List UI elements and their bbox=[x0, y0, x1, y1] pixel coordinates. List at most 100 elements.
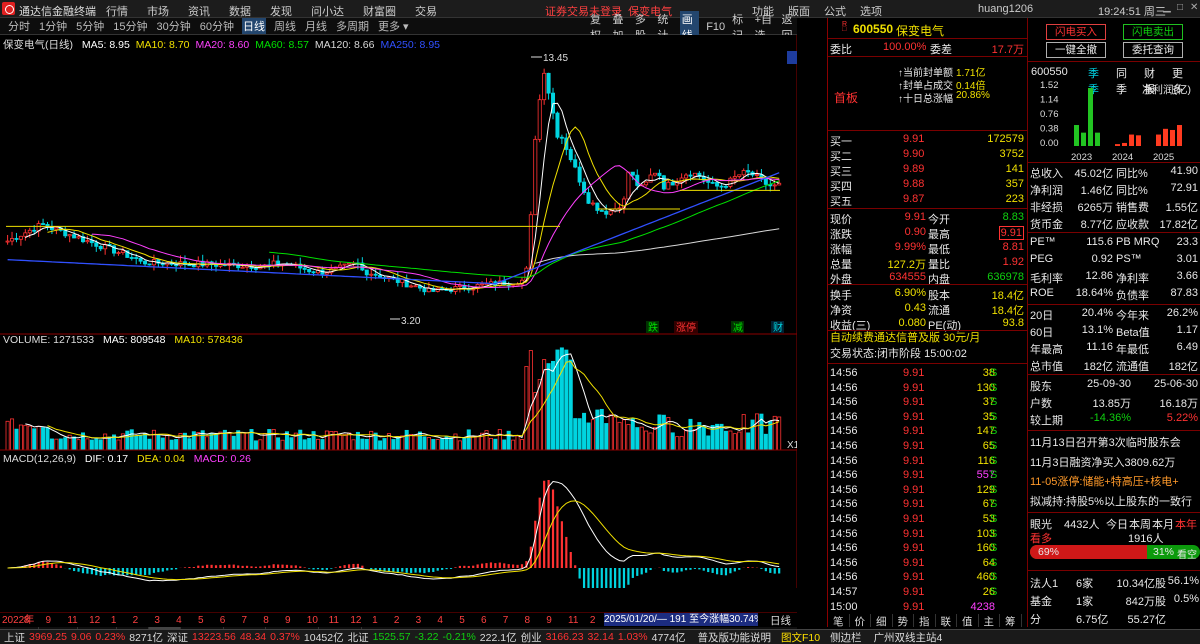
quote-tab[interactable]: 联 bbox=[936, 614, 957, 628]
period-tab[interactable]: 多周期 bbox=[335, 18, 370, 34]
menu-item[interactable]: 发现 bbox=[270, 3, 292, 19]
holder-row: 股东 25-09-30 25-06-30 bbox=[1028, 377, 1200, 393]
candle-body bbox=[604, 210, 609, 215]
quote-tab[interactable]: 指 bbox=[914, 614, 936, 628]
quote-tab[interactable]: 筹 bbox=[1000, 614, 1022, 628]
bid-row[interactable]: 买三 9.89 141 bbox=[828, 162, 1028, 178]
news-item[interactable]: 11月3日融资净买入3809.62万 bbox=[1028, 453, 1198, 468]
close-icon[interactable]: ✕ bbox=[1190, 2, 1200, 14]
quote-tab[interactable]: 势 bbox=[893, 614, 914, 628]
volume-bar bbox=[701, 425, 706, 451]
candle-body bbox=[546, 72, 551, 94]
x-axis-label: 8 bbox=[263, 615, 269, 626]
bid-row[interactable]: 买五 9.87 223 bbox=[828, 192, 1028, 208]
period-tab[interactable]: 分时 bbox=[7, 18, 31, 34]
period-tab[interactable]: 周线 bbox=[273, 18, 297, 34]
menu-item[interactable]: 交易 bbox=[415, 3, 437, 19]
volume-bar bbox=[151, 429, 156, 451]
axis-period[interactable]: 日线 bbox=[770, 613, 797, 628]
tick-side: S bbox=[990, 483, 998, 496]
cancel-all-button[interactable]: 一键全撤 bbox=[1046, 42, 1106, 58]
period-tab[interactable]: 30分钟 bbox=[156, 18, 192, 34]
candle-body bbox=[76, 236, 81, 239]
menu-item[interactable]: 资讯 bbox=[188, 3, 210, 19]
period-tab[interactable]: 日线 bbox=[242, 18, 266, 34]
holder-row: 户数 13.85万 16.18万 bbox=[1028, 394, 1200, 410]
news-item[interactable]: 拟减持:持股5%以上股东的一致行 bbox=[1028, 492, 1198, 507]
stat-value: 0.43 bbox=[904, 302, 926, 314]
volume-bar bbox=[431, 439, 436, 451]
tick-row: 14:56 9.91 65 S bbox=[828, 439, 1028, 454]
macd-chart-svg[interactable]: 1.501.000.500.00-0.50 bbox=[0, 451, 797, 588]
price-chart-svg[interactable]: 13.0012.0011.0010.009.008.007.006.005.00… bbox=[0, 35, 797, 335]
volume-bar bbox=[706, 435, 711, 451]
menu-item[interactable]: 市场 bbox=[147, 3, 169, 19]
tick-side: S bbox=[990, 440, 998, 452]
bid-row[interactable]: 买二 9.90 3752 bbox=[828, 147, 1028, 163]
news-item[interactable]: 11-05涨停:储能+特高压+核电+ bbox=[1028, 472, 1198, 487]
candle-body bbox=[307, 269, 312, 273]
volume-bar bbox=[85, 438, 90, 451]
quote-tab[interactable]: 值 bbox=[957, 614, 979, 628]
quote-tab[interactable]: 笔 bbox=[828, 614, 850, 628]
tick-side: S bbox=[990, 469, 998, 482]
period-tab[interactable]: 更多 ▾ bbox=[377, 18, 410, 34]
menu-item[interactable]: 选项 bbox=[860, 3, 882, 19]
candle-body bbox=[94, 242, 99, 247]
menu-item[interactable]: 行情 bbox=[106, 3, 128, 19]
volume-bar bbox=[692, 429, 697, 451]
status-item: 48.34 bbox=[239, 631, 267, 643]
flash-buy-button[interactable]: 闪电买入 bbox=[1046, 24, 1106, 40]
volume-bar bbox=[41, 427, 46, 451]
menu-item[interactable]: 公式 bbox=[824, 3, 846, 19]
volume-bar bbox=[94, 438, 99, 451]
menu-item[interactable]: 数据 bbox=[229, 3, 251, 19]
period-tab[interactable]: 15分钟 bbox=[112, 18, 148, 34]
minimize-icon[interactable]: ▁ bbox=[1163, 2, 1173, 14]
period-tab[interactable]: 60分钟 bbox=[199, 18, 235, 34]
period-tab[interactable]: 1分钟 bbox=[38, 18, 68, 34]
net-profit-bar bbox=[1177, 125, 1182, 146]
volume-chart-svg[interactable]: 40000300002000010000X100 bbox=[0, 332, 797, 451]
login-warning[interactable]: 证券交易未登录 保变电气 bbox=[545, 3, 672, 19]
tick-row: 14:56 9.91 557 S bbox=[828, 468, 1028, 483]
x-axis-label: 5 bbox=[459, 615, 465, 626]
menu-item[interactable]: 问小达 bbox=[311, 3, 344, 19]
kline-chart-panel[interactable]: 保变电气(日线) MA5: 8.95 MA10: 8.70 MA20: 8.60 MA… bbox=[0, 35, 797, 627]
holder-label: 较上期 bbox=[1030, 415, 1063, 427]
volume-bar bbox=[519, 439, 524, 451]
order-query-button[interactable]: 委托查询 bbox=[1123, 42, 1183, 58]
status-tab[interactable]: 侧边栏 bbox=[830, 630, 862, 644]
menu-item[interactable]: 财富圈 bbox=[363, 3, 396, 19]
server-name[interactable]: 广州双线主站4 bbox=[874, 630, 943, 644]
volume-bar bbox=[426, 437, 431, 451]
info-value: 1.17 bbox=[1176, 324, 1198, 336]
tick-price: 9.91 bbox=[903, 440, 925, 452]
stat-value: 9.91 bbox=[998, 226, 1024, 240]
flash-sell-button[interactable]: 闪电卖出 bbox=[1123, 24, 1183, 40]
candle-body bbox=[777, 182, 782, 186]
quote-tab[interactable]: 价 bbox=[850, 614, 871, 628]
quote-tab[interactable]: 主 bbox=[979, 614, 1000, 628]
news-item[interactable]: 11月13日召开第3次临时股东会 bbox=[1028, 433, 1198, 448]
bid-row[interactable]: 买四 9.88 357 bbox=[828, 177, 1028, 193]
promo-banner[interactable]: 自动续费通达信普及版 30元/月 bbox=[828, 331, 1028, 346]
period-tab[interactable]: 5分钟 bbox=[75, 18, 105, 34]
stat2-row: 净资 0.43 流通 18.4亿 bbox=[828, 301, 1028, 317]
status-tab[interactable]: 普及版功能说明 bbox=[697, 630, 771, 644]
wei-cha-label: 委差 bbox=[930, 44, 952, 56]
quote-tab[interactable]: 细 bbox=[871, 614, 893, 628]
volume-bar bbox=[143, 433, 148, 451]
period-tab[interactable]: 月线 bbox=[304, 18, 328, 34]
status-tab[interactable]: 图文F10 bbox=[781, 630, 820, 644]
tick-row: 14:56 9.91 103 S bbox=[828, 527, 1028, 542]
volume-bar bbox=[586, 422, 591, 451]
chart-tool-button[interactable]: F10 bbox=[706, 21, 725, 33]
maximize-icon[interactable]: □ bbox=[1177, 2, 1187, 14]
bid-row[interactable]: 买一 9.91 172579 bbox=[828, 132, 1028, 148]
candle-body bbox=[661, 175, 666, 190]
candle-body bbox=[302, 267, 307, 270]
org-label: 基金 bbox=[1030, 596, 1052, 608]
volume-bar bbox=[72, 436, 77, 451]
user-name[interactable]: huang1206 bbox=[978, 3, 1033, 15]
